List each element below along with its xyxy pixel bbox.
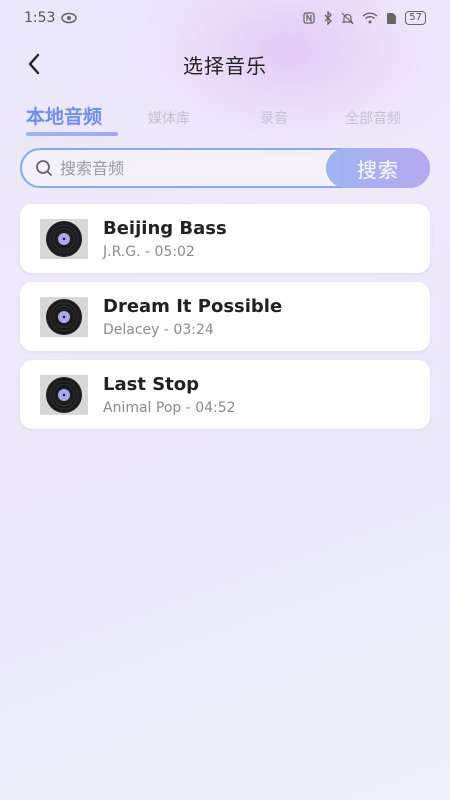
song-cover: [40, 375, 88, 415]
vinyl-record-icon: [46, 377, 82, 413]
song-item[interactable]: Last Stop Animal Pop - 04:52: [20, 360, 430, 429]
song-subtitle: Delacey - 03:24: [103, 322, 214, 338]
song-title: Last Stop: [103, 374, 200, 395]
search-icon: [36, 160, 52, 176]
song-subtitle: J.R.G. - 05:02: [103, 244, 195, 260]
vinyl-record-icon: [46, 221, 82, 257]
song-title: Beijing Bass: [103, 218, 227, 239]
search-input[interactable]: [60, 158, 320, 178]
status-time: 1:53: [24, 10, 56, 26]
song-subtitle: Animal Pop - 04:52: [103, 400, 236, 416]
vinyl-record-icon: [46, 299, 82, 335]
eye-icon: [61, 12, 78, 24]
song-item[interactable]: Beijing Bass J.R.G. - 05:02: [20, 204, 430, 273]
tab-media-library[interactable]: 媒体库: [148, 108, 190, 128]
tab-recordings[interactable]: 录音: [260, 108, 288, 128]
page-title: 选择音乐: [183, 53, 267, 78]
bluetooth-icon: [324, 11, 333, 25]
header: 选择音乐: [0, 42, 450, 86]
tab-local-audio[interactable]: 本地音频: [26, 102, 102, 129]
back-button[interactable]: [20, 50, 48, 78]
sim-icon: [387, 12, 397, 24]
mute-icon: [341, 12, 354, 24]
song-cover: [40, 219, 88, 259]
wifi-icon: [362, 12, 378, 24]
chevron-left-icon: [28, 53, 40, 75]
song-list: Beijing Bass J.R.G. - 05:02 Dream It Pos…: [20, 204, 430, 438]
search-button[interactable]: 搜索: [326, 148, 430, 188]
search-bar: 搜索: [20, 148, 430, 188]
song-title: Dream It Possible: [103, 296, 283, 317]
status-bar: 1:53 57: [0, 0, 450, 36]
song-cover: [40, 297, 88, 337]
tab-all-audio[interactable]: 全部音频: [345, 108, 401, 128]
song-item[interactable]: Dream It Possible Delacey - 03:24: [20, 282, 430, 351]
tab-bar: 本地音频 媒体库 录音 全部音频: [0, 104, 450, 144]
battery-indicator: 57: [405, 11, 426, 25]
nfc-icon: [303, 12, 315, 24]
active-tab-indicator: [26, 132, 118, 136]
